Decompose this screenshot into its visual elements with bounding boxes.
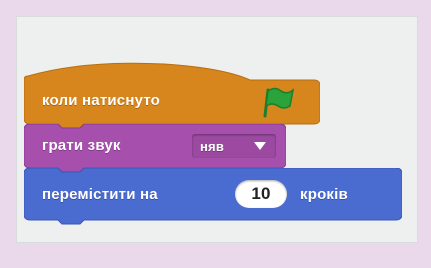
sound-dropdown[interactable]: няв xyxy=(192,134,276,158)
play-sound-block[interactable]: грати звук няв xyxy=(24,124,286,172)
dropdown-arrow-icon xyxy=(254,142,266,150)
block-label: грати звук xyxy=(42,137,121,154)
when-flag-clicked-block[interactable]: коли натиснуто xyxy=(24,58,320,128)
steps-unit-label: кроків xyxy=(300,186,348,203)
sound-dropdown-value: няв xyxy=(200,138,225,154)
block-label: коли натиснуто xyxy=(42,92,161,109)
steps-input[interactable]: 10 xyxy=(235,180,287,208)
move-steps-block[interactable]: перемістити на 10 кроків xyxy=(24,168,402,226)
block-label: перемістити на xyxy=(42,186,158,203)
